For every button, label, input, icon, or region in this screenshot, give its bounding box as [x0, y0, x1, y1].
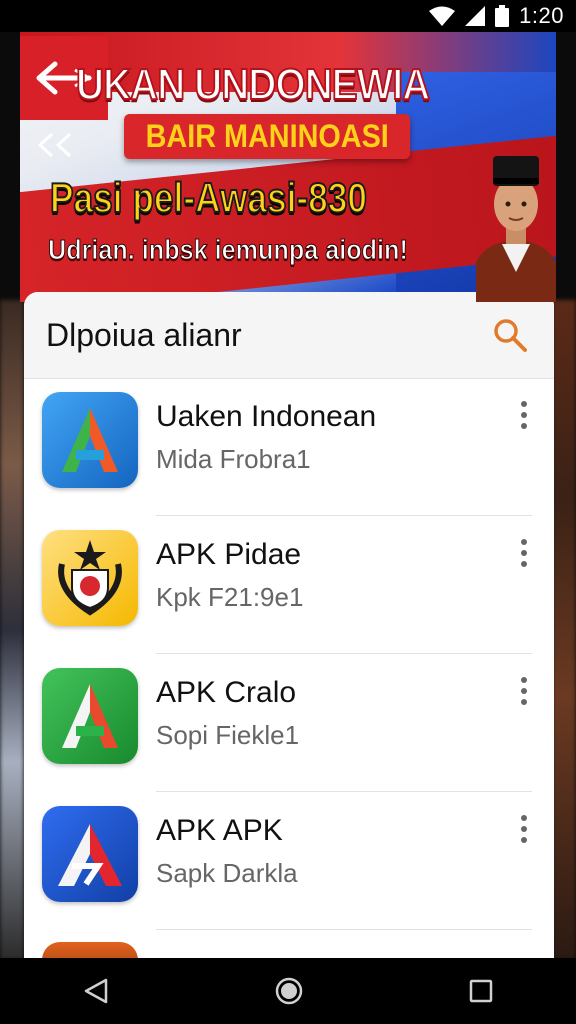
- app-subtitle: Sapk Darkla: [156, 858, 298, 888]
- background-right-edge: [552, 300, 576, 960]
- stylized-a-logo-icon: [58, 824, 122, 886]
- status-icons: 1:20: [429, 3, 564, 29]
- letter-a-logo-icon: [62, 408, 118, 472]
- banner-pill: BAIR MANINOASI: [124, 114, 411, 159]
- list-header: Dlpoiua alianr: [24, 292, 554, 379]
- more-vert-icon[interactable]: [520, 676, 528, 706]
- list-item[interactable]: Uaken Indonean Mida Frobra1: [24, 378, 554, 516]
- signal-icon: [465, 6, 486, 26]
- banner-tagline: Udrian. inbsk iemunpa aiodin!: [48, 234, 409, 266]
- app-icon: [42, 530, 138, 626]
- app-icon: [42, 392, 138, 488]
- app-icon: [42, 668, 138, 764]
- navigation-bar: [0, 958, 576, 1024]
- app-list-card: Dlpoiua alianr Uaken Indonean Mida Frobr…: [24, 292, 554, 962]
- back-nav-icon[interactable]: [82, 977, 110, 1005]
- emblem-icon: [58, 540, 122, 616]
- app-subtitle: Sopi Fiekle1: [156, 720, 300, 750]
- app-name: APK Pidae: [156, 538, 302, 571]
- chevron-double-left-icon: [37, 132, 72, 158]
- status-time: 1:20: [519, 3, 564, 28]
- app-icon: [42, 806, 138, 902]
- background-left-edge: [0, 300, 24, 960]
- more-vert-icon[interactable]: [520, 814, 528, 844]
- more-vert-icon[interactable]: [520, 400, 528, 430]
- status-bar: 1:20: [0, 0, 576, 32]
- more-vert-icon[interactable]: [520, 538, 528, 568]
- banner-headline: UKAN UNDONEWIA: [75, 59, 431, 110]
- list-item[interactable]: APK APK Sapk Darkla: [24, 792, 554, 930]
- letter-a-logo-icon: [62, 684, 118, 748]
- app-name: Uaken Indonean: [156, 400, 377, 433]
- list-item[interactable]: APK Cralo Sopi Fiekle1: [24, 654, 554, 792]
- promo-banner[interactable]: UKAN UNDONEWIA BAIR MANINOASI Pasi pel-A…: [20, 32, 556, 302]
- wifi-icon: [429, 6, 456, 26]
- home-nav-icon[interactable]: [274, 976, 304, 1006]
- battery-icon: [495, 5, 510, 27]
- recents-nav-icon[interactable]: [468, 978, 494, 1004]
- list-item[interactable]: APK Pidae Kpk F21:9e1: [24, 516, 554, 654]
- banner-subline: Pasi pel-Awasi-830: [49, 173, 368, 222]
- app-name: APK Cralo: [156, 676, 297, 709]
- person-portrait: [476, 156, 556, 302]
- list-title: Dlpoiua alianr: [46, 316, 242, 353]
- search-icon[interactable]: [492, 317, 528, 353]
- app-subtitle: Mida Frobra1: [156, 444, 311, 474]
- app-subtitle: Kpk F21:9e1: [156, 582, 304, 612]
- divider: [156, 929, 532, 930]
- app-name: APK APK: [156, 814, 283, 847]
